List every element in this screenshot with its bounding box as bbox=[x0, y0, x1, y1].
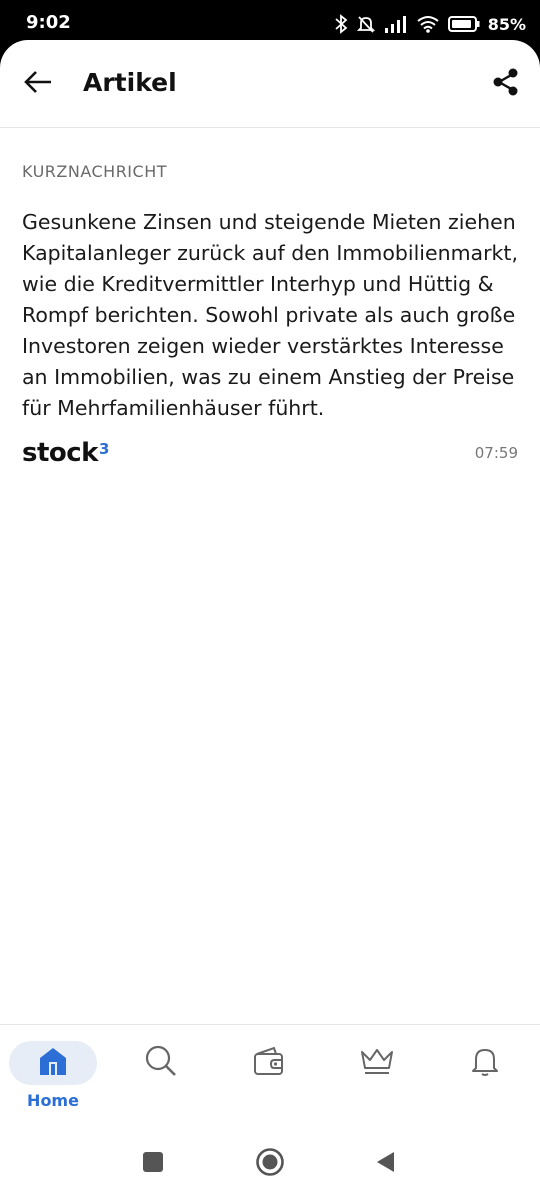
search-icon bbox=[144, 1044, 178, 1082]
battery-icon bbox=[447, 15, 480, 33]
home-icon bbox=[36, 1045, 70, 1081]
wallet-icon bbox=[252, 1045, 286, 1081]
crown-icon bbox=[359, 1046, 395, 1080]
article-category: KURZNACHRICHT bbox=[22, 162, 167, 181]
wifi-icon bbox=[416, 15, 440, 33]
article-body: Gesunkene Zinsen und steigende Mieten zi… bbox=[22, 210, 518, 420]
status-time: 9:02 bbox=[26, 12, 71, 33]
nav-label-home: Home bbox=[27, 1091, 79, 1110]
article: KURZNACHRICHT Gesunkene Zinsen und steig… bbox=[22, 162, 522, 468]
mute-bell-icon bbox=[356, 14, 376, 34]
share-button[interactable] bbox=[486, 64, 526, 104]
nav-item-premium[interactable] bbox=[332, 1041, 422, 1121]
circle-icon bbox=[255, 1147, 285, 1181]
article-time: 07:59 bbox=[474, 444, 518, 462]
back-system-button[interactable] bbox=[367, 1146, 403, 1182]
nav-pill bbox=[441, 1041, 529, 1085]
back-button[interactable] bbox=[18, 64, 58, 104]
arrow-left-icon bbox=[23, 69, 53, 99]
article-footer: stock3 07:59 bbox=[22, 438, 518, 468]
source-logo-text: stock bbox=[22, 438, 98, 468]
system-navigation-bar bbox=[0, 1128, 540, 1200]
source-logo[interactable]: stock3 bbox=[22, 438, 109, 468]
app-screen: Artikel KURZNACHRICHT Gesunkene Zinsen u… bbox=[0, 40, 540, 1200]
top-app-bar: Artikel bbox=[0, 40, 540, 128]
bottom-navigation: Home bbox=[0, 1024, 540, 1129]
home-system-button[interactable] bbox=[252, 1146, 288, 1182]
nav-item-wallet[interactable] bbox=[224, 1041, 314, 1121]
bell-icon bbox=[470, 1045, 500, 1081]
nav-item-notifications[interactable] bbox=[440, 1041, 530, 1121]
bluetooth-icon bbox=[334, 14, 348, 34]
triangle-back-icon bbox=[374, 1150, 396, 1178]
signal-icon bbox=[384, 15, 408, 33]
share-icon bbox=[492, 67, 520, 101]
nav-pill bbox=[333, 1041, 421, 1085]
battery-level: 85% bbox=[487, 14, 526, 34]
nav-pill-active bbox=[9, 1041, 97, 1085]
nav-pill bbox=[117, 1041, 205, 1085]
page-title: Artikel bbox=[83, 68, 177, 97]
square-icon bbox=[142, 1151, 164, 1177]
nav-pill bbox=[225, 1041, 313, 1085]
recent-apps-button[interactable] bbox=[135, 1146, 171, 1182]
status-icons: 85% bbox=[334, 11, 526, 37]
nav-item-home[interactable]: Home bbox=[8, 1041, 98, 1121]
nav-item-search[interactable] bbox=[116, 1041, 206, 1121]
source-logo-superscript: 3 bbox=[98, 440, 109, 458]
